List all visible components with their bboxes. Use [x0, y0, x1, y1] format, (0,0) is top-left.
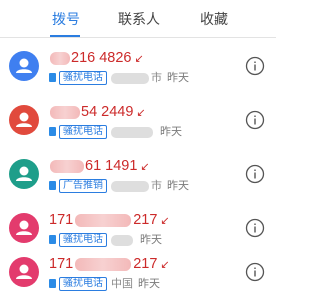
person-icon	[16, 166, 32, 181]
caller-location: 市	[111, 71, 162, 85]
call-info-icon[interactable]	[245, 262, 265, 282]
contact-avatar	[9, 159, 39, 189]
call-details: 骚扰电话 昨天	[49, 233, 162, 247]
sim-card-icon	[49, 279, 56, 288]
caller-number: 216 4826 ↙	[49, 48, 144, 68]
call-details: 骚扰电话 昨天	[49, 125, 182, 139]
call-details: 骚扰电话 中国 昨天	[49, 277, 160, 291]
caller-location: 市	[111, 179, 162, 193]
person-icon	[16, 58, 32, 73]
contact-avatar	[9, 213, 39, 243]
redacted-digits	[50, 51, 70, 65]
contact-avatar	[9, 105, 39, 135]
redacted-digits	[50, 159, 84, 173]
call-info-icon[interactable]	[245, 218, 265, 238]
ad-tag: 广告推销	[59, 179, 107, 193]
tab-favorites[interactable]: 收藏	[200, 9, 228, 29]
spam-tag: 骚扰电话	[59, 233, 107, 247]
caller-number: 54 2449 ↙	[49, 102, 146, 122]
spam-tag: 骚扰电话	[59, 71, 107, 85]
call-info-icon[interactable]	[245, 110, 265, 130]
redacted-digits	[50, 105, 80, 119]
caller-location	[111, 125, 155, 139]
redacted-location	[111, 72, 149, 84]
tab-bar: 拨号 联系人 收藏	[0, 0, 276, 38]
tab-dialer[interactable]: 拨号	[52, 9, 80, 29]
spam-tag: 骚扰电话	[59, 277, 107, 291]
person-icon	[16, 220, 32, 235]
call-log-row[interactable]: 54 2449 ↙ 骚扰电话 昨天	[0, 94, 276, 148]
spam-tag: 骚扰电话	[59, 125, 107, 139]
contact-avatar	[9, 257, 39, 287]
redacted-digits	[75, 213, 132, 227]
caller-location	[111, 233, 135, 247]
missed-call-icon: ↙	[134, 53, 144, 65]
redacted-location	[111, 234, 133, 246]
person-icon	[16, 264, 32, 279]
call-log-row[interactable]: 61 1491 ↙ 广告推销市昨天	[0, 148, 276, 202]
active-tab-indicator	[50, 35, 80, 37]
call-date: 昨天	[140, 234, 162, 246]
sim-card-icon	[49, 127, 56, 136]
call-date: 昨天	[167, 180, 189, 192]
tab-contacts[interactable]: 联系人	[118, 9, 160, 29]
missed-call-icon: ↙	[136, 107, 146, 119]
caller-location: 中国	[111, 278, 133, 290]
call-details: 骚扰电话市昨天	[49, 71, 189, 85]
call-date: 昨天	[138, 278, 160, 290]
call-date: 昨天	[167, 72, 189, 84]
call-details: 广告推销市昨天	[49, 179, 189, 193]
call-info-icon[interactable]	[245, 56, 265, 76]
call-log-row[interactable]: 171 217 ↙ 骚扰电话 中国 昨天	[0, 246, 276, 300]
sim-card-icon	[49, 235, 56, 244]
missed-call-icon: ↙	[160, 259, 170, 271]
caller-number: 171 217 ↙	[49, 212, 170, 228]
person-icon	[16, 112, 32, 127]
redacted-digits	[75, 257, 132, 271]
call-info-icon[interactable]	[245, 164, 265, 184]
caller-number: 171 217 ↙	[49, 256, 170, 272]
call-date: 昨天	[160, 126, 182, 138]
missed-call-icon: ↙	[140, 161, 150, 173]
redacted-location	[111, 180, 149, 192]
redacted-location	[111, 126, 153, 138]
call-log-row[interactable]: 216 4826 ↙ 骚扰电话市昨天	[0, 40, 276, 94]
sim-card-icon	[49, 181, 56, 190]
caller-number: 61 1491 ↙	[49, 156, 150, 176]
missed-call-icon: ↙	[160, 215, 170, 227]
contact-avatar	[9, 51, 39, 81]
sim-card-icon	[49, 73, 56, 82]
